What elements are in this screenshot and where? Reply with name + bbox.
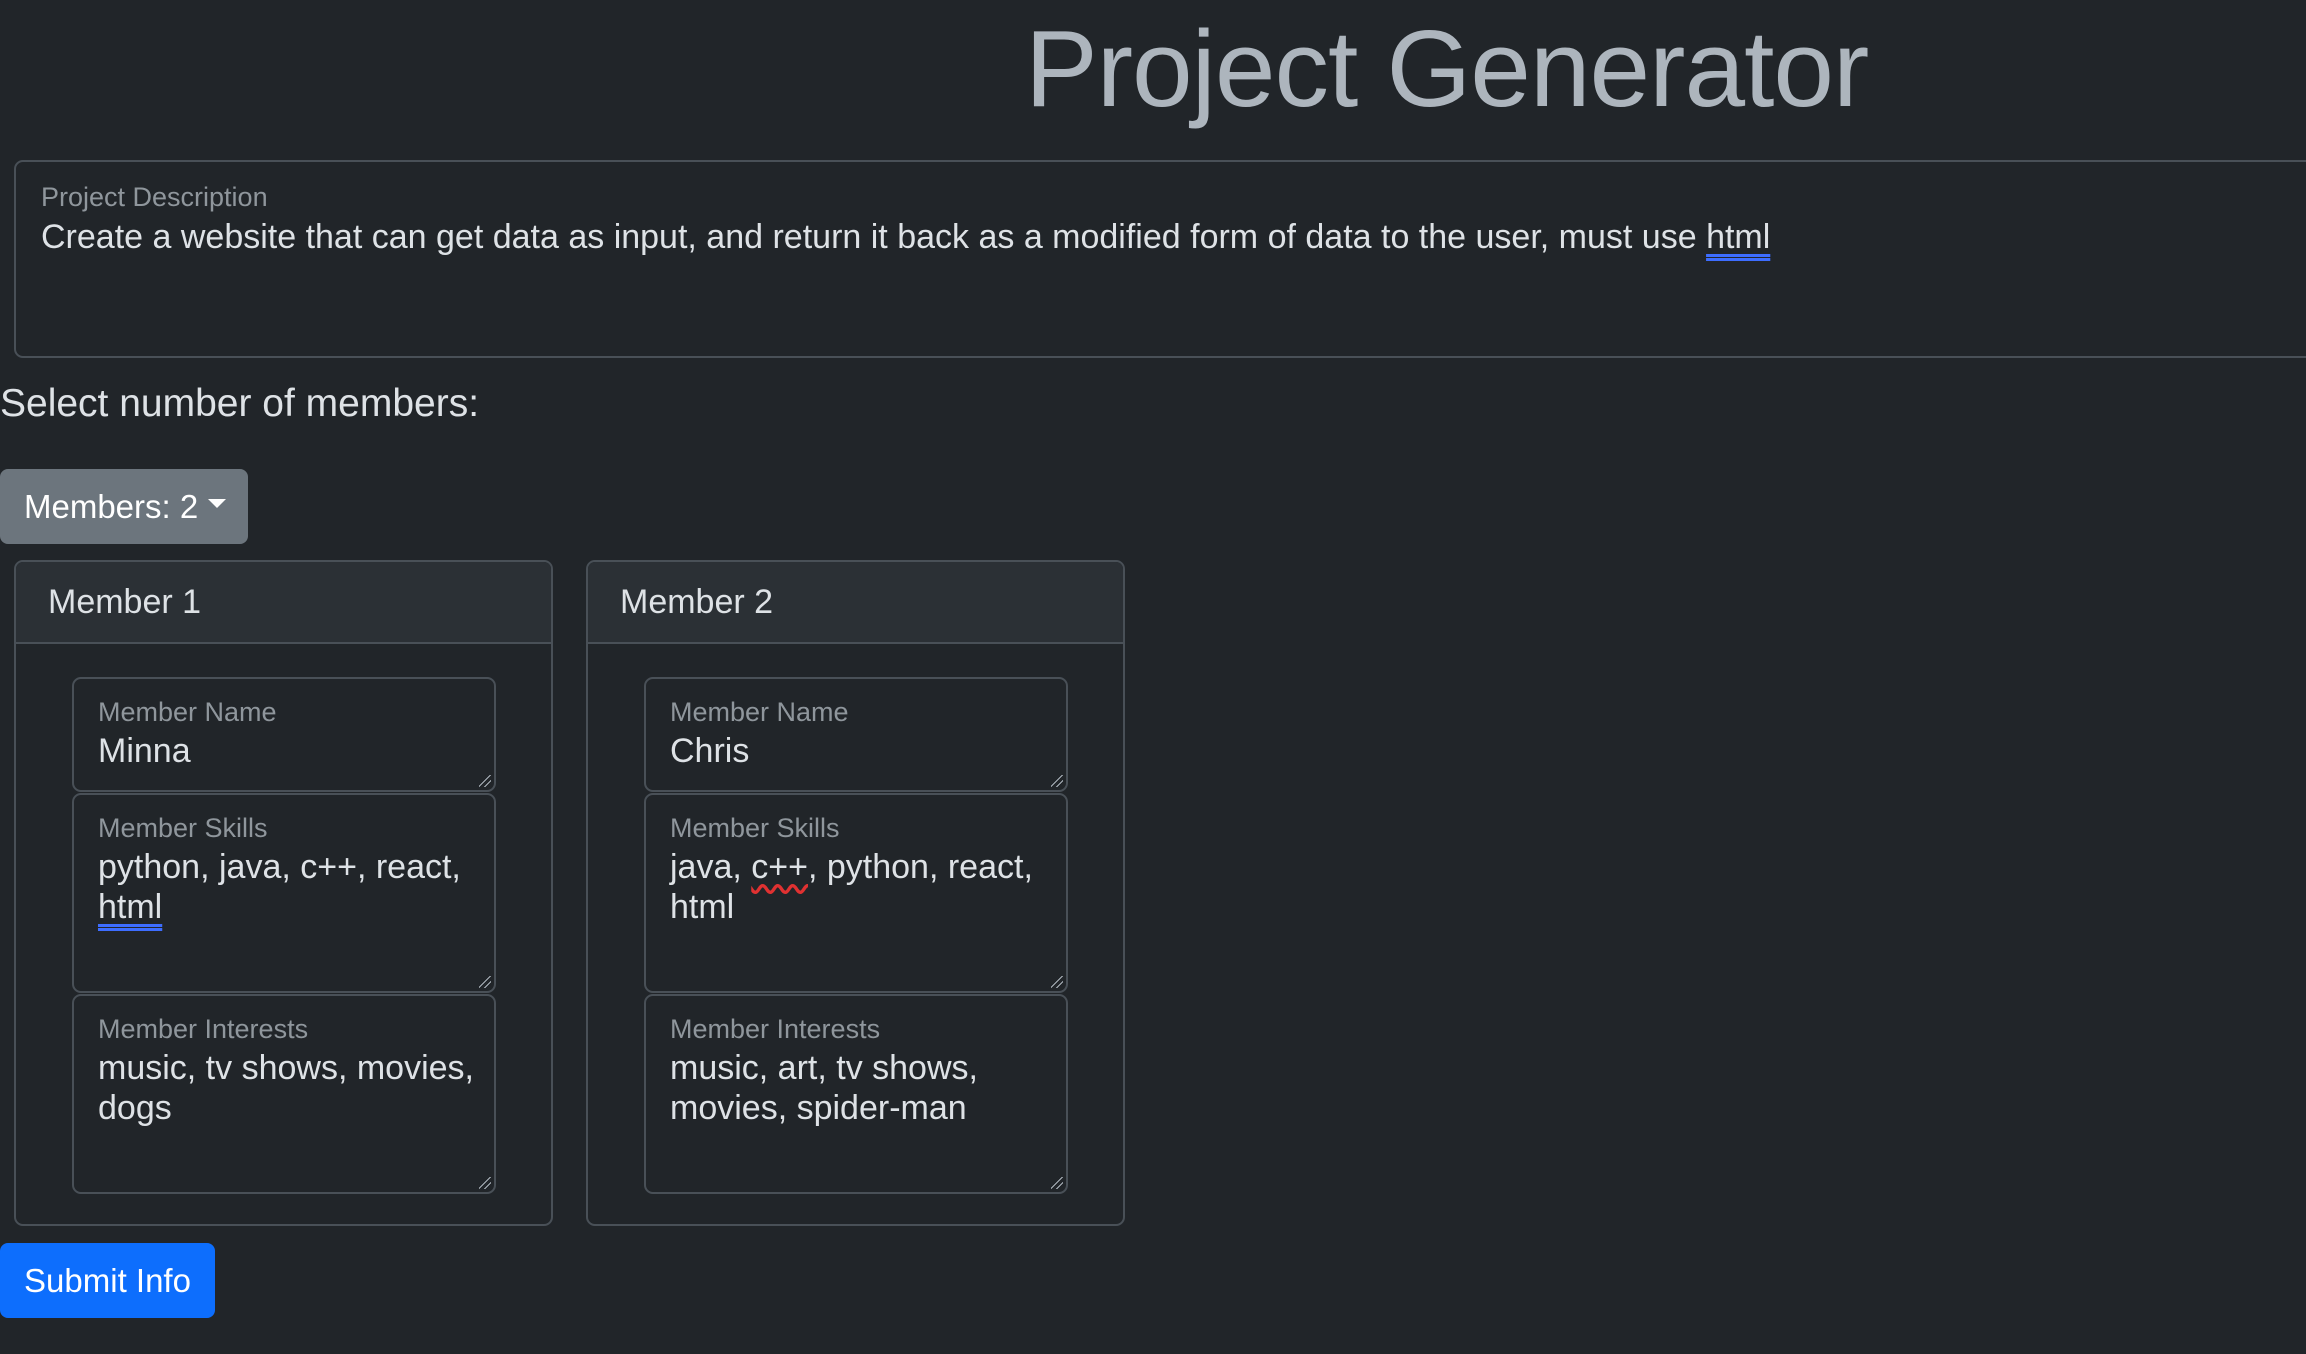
member-name-field[interactable]: Member Name Minna [72,677,496,792]
project-description-text: Create a website that can get data as in… [41,218,1707,256]
member-skills-field[interactable]: Member Skills python, java, c++, react, h… [72,793,496,993]
member-skills-label: Member Skills [98,813,268,843]
member-name-field[interactable]: Member Name Chris [644,677,1068,792]
member-skills-label: Member Skills [670,813,840,843]
page: Project Generator Project Description Cr… [0,0,2306,1354]
project-description-value: Create a website that can get data as in… [41,217,1770,257]
member-interests-label: Member Interests [670,1014,881,1044]
resize-handle-icon[interactable] [479,775,491,787]
resize-handle-icon[interactable] [1051,976,1063,988]
member-skills-value: java, c++, python, react, html [670,847,1050,927]
member-skills-field[interactable]: Member Skills java, c++, python, react, … [644,793,1068,993]
member-interests-field[interactable]: Member Interests music, art, tv shows, m… [644,994,1068,1194]
member-skills-value: python, java, c++, react, html [98,847,478,927]
resize-handle-icon[interactable] [479,976,491,988]
caret-down-icon [208,499,227,508]
members-dropdown-label: Members: 2 [24,487,199,525]
project-description-label: Project Description [41,182,268,212]
member-name-label: Member Name [98,697,277,727]
resize-handle-icon[interactable] [479,1177,491,1189]
member-card-header: Member 1 [16,562,551,644]
member-interests-value: music, art, tv shows, movies, spider-man [670,1049,978,1127]
project-description-field[interactable]: Project Description Create a website tha… [14,160,2306,358]
member-skills-text: python, java, c++, react, [98,848,461,886]
resize-handle-icon[interactable] [1051,1177,1063,1189]
project-description-flagged-word: html [1706,218,1771,256]
member-skills-text-start: java, [670,848,752,886]
member-name-label: Member Name [670,697,849,727]
member-name-value: Chris [670,732,750,770]
member-card-2: Member 2 Member Name Chris Member Skills… [586,560,1125,1226]
member-card-header: Member 2 [588,562,1123,644]
submit-button[interactable]: Submit Info [0,1243,215,1318]
member-interests-value: music, tv shows, movies, dogs [98,1049,474,1127]
member-name-value: Minna [98,732,191,770]
members-count-prompt: Select number of members: [0,382,480,425]
member-card-1: Member 1 Member Name Minna Member Skills… [14,560,553,1226]
member-interests-label: Member Interests [98,1014,309,1044]
member-skills-flagged-word: html [98,888,163,926]
member-skills-flagged-word: c++ [751,848,808,886]
member-interests-field[interactable]: Member Interests music, tv shows, movies… [72,994,496,1194]
page-title: Project Generator [1025,8,1869,130]
resize-handle-icon[interactable] [1051,775,1063,787]
members-dropdown-button[interactable]: Members: 2 [0,469,248,544]
